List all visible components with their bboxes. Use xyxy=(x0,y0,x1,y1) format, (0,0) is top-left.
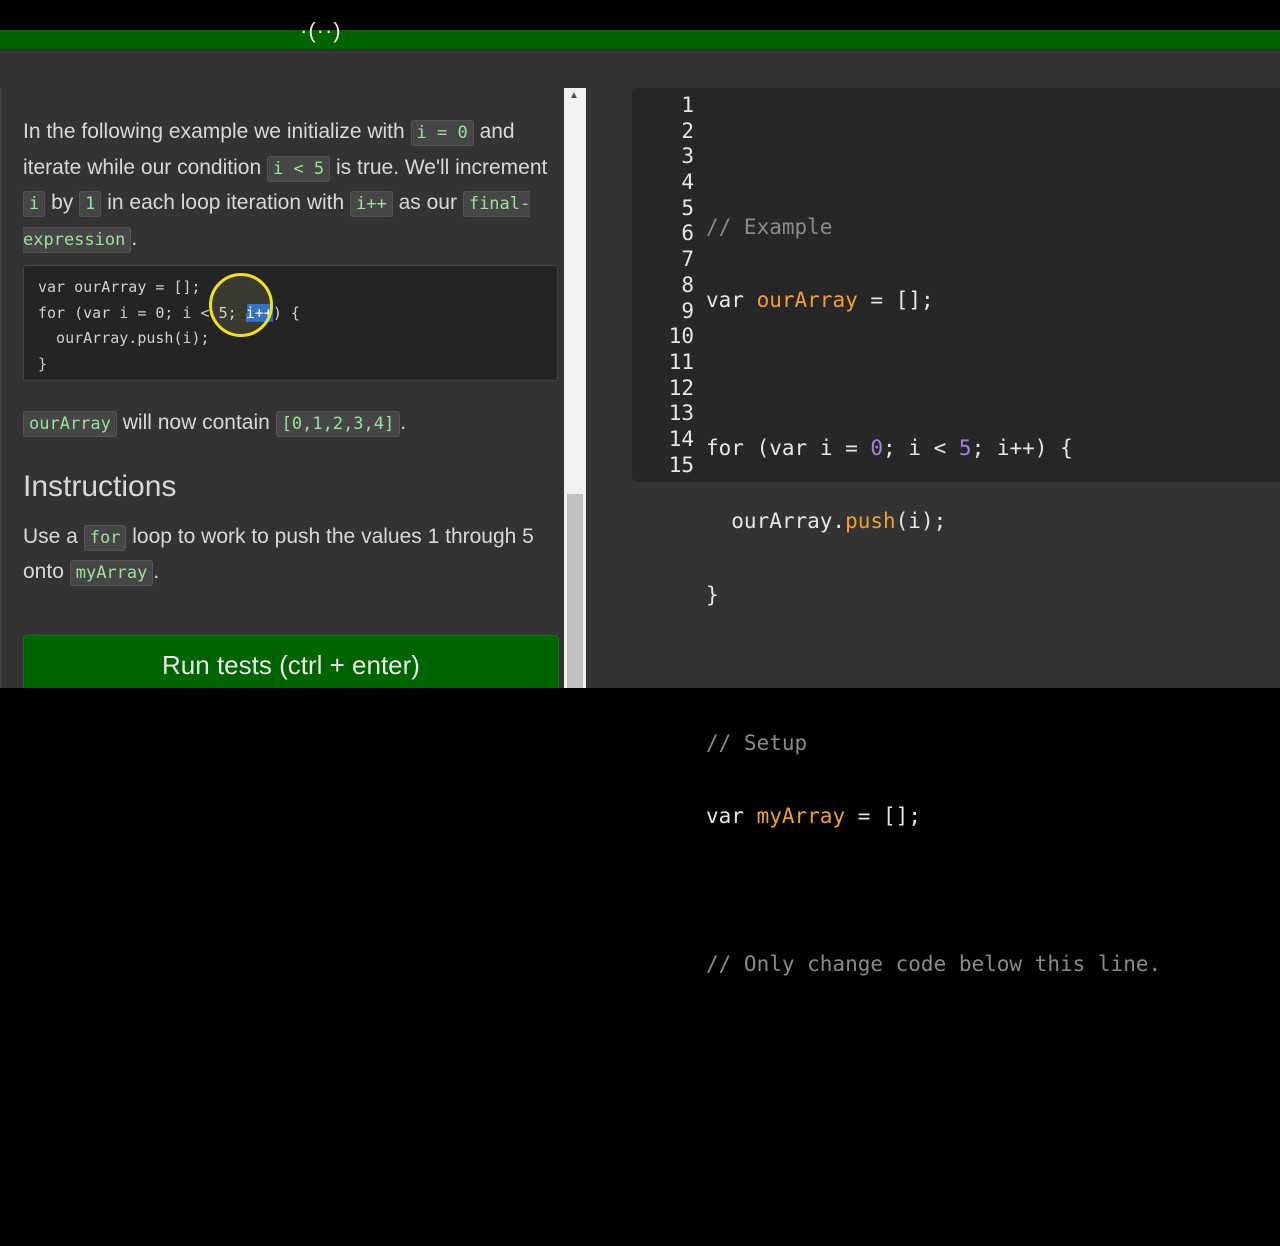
inline-code: for xyxy=(83,525,127,551)
example-code-block[interactable]: var ourArray = []; for (var i = 0; i < 5… xyxy=(23,265,558,381)
code-editor[interactable]: 1 2 3 4 5 6 7 8 9 10 11 12 13 14 15 // E… xyxy=(632,88,1280,976)
editor-line: var myArray = []; xyxy=(706,804,921,829)
code-line: } xyxy=(38,354,48,373)
scroll-up-arrow-icon[interactable]: ▲ xyxy=(569,90,579,101)
inline-code: i < 5 xyxy=(266,155,331,182)
line-number: 15 xyxy=(668,452,694,477)
line-number: 11 xyxy=(668,349,694,374)
inline-code: ourArray xyxy=(23,411,117,437)
line-number: 5 xyxy=(681,195,694,220)
inline-code: i = 0 xyxy=(410,120,474,146)
challenge-description-pane: In the following example we initialize w… xyxy=(0,88,563,688)
scrollbar-thumb[interactable] xyxy=(567,494,583,688)
line-number: 8 xyxy=(681,272,694,297)
editor-line: // Setup xyxy=(706,730,808,755)
result-paragraph: ourArray will now contain [0,1,2,3,4]. xyxy=(23,406,558,441)
instructions-heading: Instructions xyxy=(23,470,177,503)
mouse-highlight-ring xyxy=(209,273,273,337)
code-line: ourArray.push(i); xyxy=(38,329,210,347)
line-number: 14 xyxy=(668,426,694,451)
inline-code: 1 xyxy=(79,191,102,217)
description-paragraph: In the following example we initialize w… xyxy=(23,115,558,257)
description-scrollbar[interactable]: ▲ xyxy=(564,88,586,688)
line-number: 13 xyxy=(668,401,694,426)
editor-line: } xyxy=(706,583,719,608)
run-tests-button[interactable]: Run tests (ctrl + enter) xyxy=(23,635,559,688)
header-title: ·(··) xyxy=(300,18,342,43)
challenge-header-bar: ·(··) xyxy=(0,18,1280,50)
bottom-letterbox xyxy=(0,688,1280,720)
line-number: 4 xyxy=(681,170,694,195)
instructions-paragraph: Use a for loop to work to push the value… xyxy=(23,520,558,590)
editor-line: // Example xyxy=(706,214,833,239)
line-number: 3 xyxy=(681,144,694,169)
line-number: 6 xyxy=(681,221,694,246)
code-line: var ourArray = []; xyxy=(38,278,201,296)
editor-line: for (var i = 0; i < 5; i++) { xyxy=(706,435,1073,460)
code-line: for (var i = 0; i < 5; i++) { xyxy=(38,303,300,322)
top-letterbox xyxy=(0,0,1280,30)
line-number: 1 xyxy=(681,93,694,117)
line-number: 2 xyxy=(681,118,694,143)
inline-code: i xyxy=(23,191,46,217)
line-number-gutter: 1 2 3 4 5 6 7 8 9 10 11 12 13 14 15 xyxy=(632,93,704,478)
line-number: 12 xyxy=(668,375,694,400)
line-number: 7 xyxy=(681,247,694,272)
text-cursor-icon: I xyxy=(244,298,249,317)
inline-code: i++ xyxy=(350,191,393,217)
inline-code: myArray xyxy=(69,560,154,586)
editor-line: // Only change code below this line. xyxy=(706,951,1162,976)
editor-line: var ourArray = []; xyxy=(706,288,934,313)
line-number: 9 xyxy=(681,298,694,323)
editor-line: ourArray.push(i); xyxy=(706,509,947,534)
app-screen: ·(··) In the following example we initia… xyxy=(0,0,1280,976)
editor-code-lines[interactable]: // Example var ourArray = []; for (var i… xyxy=(706,93,1161,1246)
line-number: 10 xyxy=(668,324,694,349)
inline-code: [0,1,2,3,4] xyxy=(275,411,401,437)
